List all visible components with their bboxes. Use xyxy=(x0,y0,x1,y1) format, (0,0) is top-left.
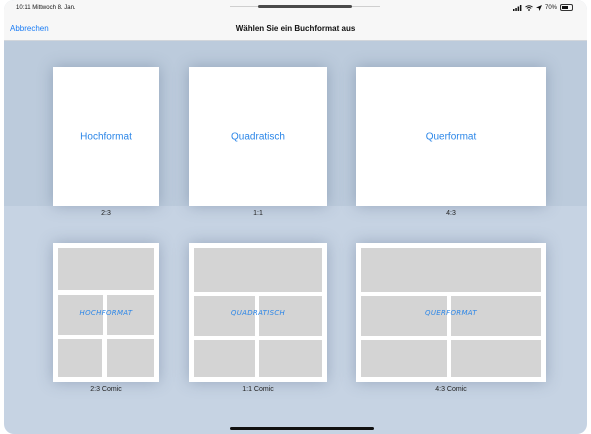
sheet-grabber-handle[interactable] xyxy=(258,5,352,8)
location-arrow-icon xyxy=(535,4,542,11)
format-card-portrait[interactable]: Hochformat xyxy=(53,67,159,206)
status-bar: 10:11 Mittwoch 8. Jan. 70% xyxy=(4,0,587,16)
format-card-landscape[interactable]: Querformat xyxy=(356,67,546,206)
comic-card-square[interactable]: QUADRATISCH xyxy=(189,243,327,382)
comic-card-label: QUADRATISCH xyxy=(230,309,286,317)
status-icons: 70% xyxy=(512,4,573,11)
comic-panel xyxy=(451,340,541,377)
comic-panel xyxy=(194,248,322,292)
comic-card-label: HOCHFORMAT xyxy=(79,309,133,317)
format-card-label: Hochformat xyxy=(80,131,132,142)
comic-ratio-label: 1:1 Comic xyxy=(242,386,274,393)
format-ratio-label: 4:3 xyxy=(446,210,456,217)
comic-card-portrait[interactable]: HOCHFORMAT xyxy=(53,243,159,382)
comic-panel xyxy=(194,340,255,377)
format-card-label: Querformat xyxy=(425,131,477,142)
comic-panel xyxy=(259,340,322,377)
battery-icon xyxy=(560,4,573,11)
comic-ratio-label: 4:3 Comic xyxy=(435,386,467,393)
format-ratio-label: 2:3 xyxy=(101,210,111,217)
comic-panel xyxy=(107,339,154,377)
page-title: Wählen Sie ein Buchformat aus xyxy=(235,24,356,33)
format-card-square[interactable]: Quadratisch xyxy=(189,67,327,206)
status-time-date: 10:11 Mittwoch 8. Jan. xyxy=(16,5,76,11)
battery-percentage: 70% xyxy=(544,4,557,11)
comic-panel xyxy=(58,339,102,377)
comic-card-label: QUERFORMAT xyxy=(425,309,477,317)
cellular-signal-icon xyxy=(512,4,522,11)
comic-panel xyxy=(361,340,447,377)
comic-ratio-label: 2:3 Comic xyxy=(90,386,122,393)
comic-panel xyxy=(58,248,154,290)
comic-card-landscape[interactable]: QUERFORMAT xyxy=(356,243,546,382)
format-card-label: Quadratisch xyxy=(231,131,285,142)
home-indicator[interactable] xyxy=(230,427,374,430)
wifi-icon xyxy=(525,4,533,11)
format-ratio-label: 1:1 xyxy=(253,210,263,217)
comic-panel xyxy=(361,248,541,292)
book-format-sheet: 10:11 Mittwoch 8. Jan. 70% Abbrechen Wäh… xyxy=(4,0,587,434)
navigation-bar: Abbrechen Wählen Sie ein Buchformat aus xyxy=(4,16,587,41)
